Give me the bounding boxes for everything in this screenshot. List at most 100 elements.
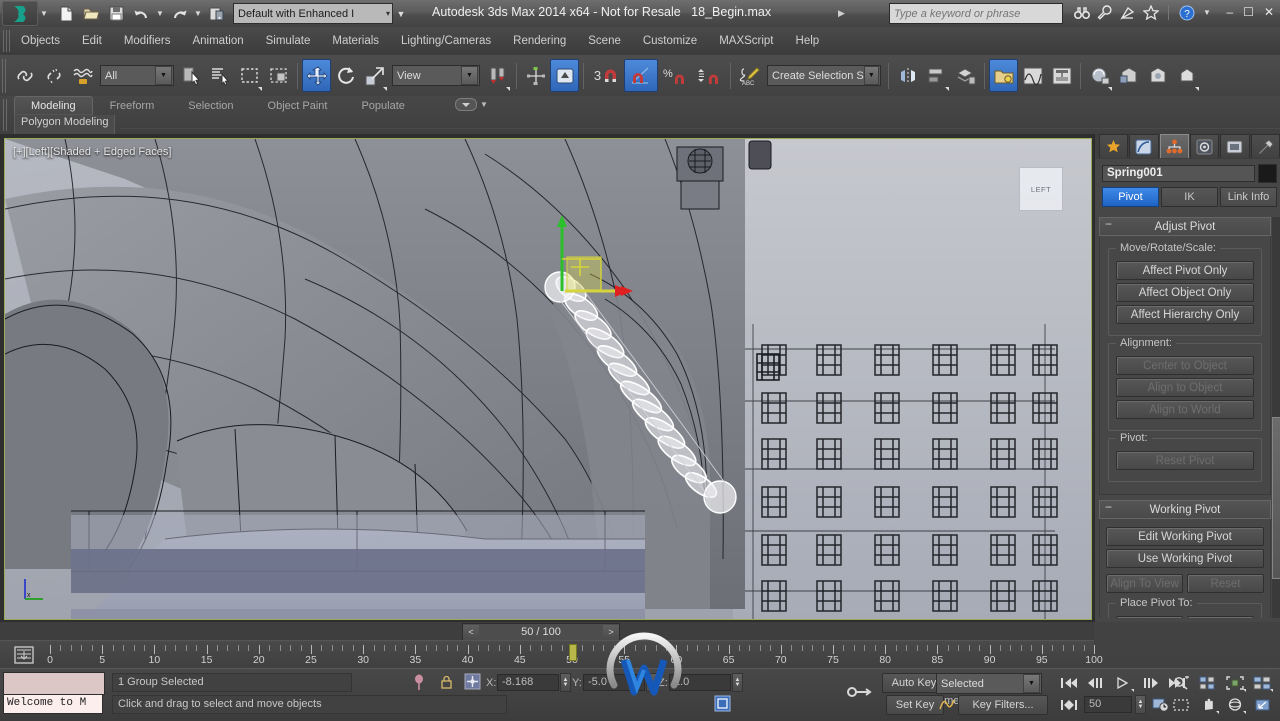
absolute-relative-transform-icon[interactable] bbox=[463, 672, 481, 690]
rollout-scroll-area[interactable]: − Adjust Pivot Move/Rotate/Scale: Affect… bbox=[1099, 217, 1271, 618]
zoom-extents-icon[interactable] bbox=[1222, 672, 1248, 693]
select-and-scale-icon[interactable] bbox=[360, 59, 389, 92]
menu-item-help[interactable]: Help bbox=[785, 31, 831, 51]
select-by-name-icon[interactable] bbox=[206, 59, 235, 92]
wrench-icon[interactable] bbox=[1096, 4, 1113, 21]
menu-item-animation[interactable]: Animation bbox=[181, 31, 254, 51]
workspace-selector[interactable]: Default with Enhanced I ▾ bbox=[233, 3, 394, 24]
minimize-button[interactable]: – bbox=[1226, 5, 1233, 19]
spinner-snap-toggle-icon[interactable] bbox=[692, 59, 726, 92]
object-name-field[interactable]: Spring001 bbox=[1102, 165, 1255, 182]
keyboard-shortcut-override-icon[interactable] bbox=[550, 59, 579, 92]
render-setup-icon[interactable] bbox=[1114, 59, 1143, 92]
rectangular-selection-region-icon[interactable] bbox=[235, 59, 264, 92]
pan-flyout-arrow[interactable] bbox=[1216, 711, 1219, 714]
menu-item-maxscript[interactable]: MAXScript bbox=[708, 31, 784, 51]
go-to-start-icon[interactable] bbox=[1056, 672, 1082, 693]
modify-tab[interactable] bbox=[1129, 134, 1159, 158]
menu-item-scene[interactable]: Scene bbox=[577, 31, 632, 51]
track-bar-ruler[interactable]: 0510152025303540455055606570758085909510… bbox=[44, 641, 1103, 669]
satellite-icon[interactable] bbox=[1119, 4, 1136, 21]
render-production-icon[interactable] bbox=[1172, 59, 1201, 92]
undo-icon[interactable] bbox=[129, 2, 153, 25]
select-object-icon[interactable] bbox=[177, 59, 206, 92]
zoom-icon[interactable] bbox=[1168, 672, 1194, 693]
scale-flyout-arrow[interactable] bbox=[383, 87, 387, 91]
search-input[interactable] bbox=[890, 4, 1060, 23]
scene-explorer-icon[interactable] bbox=[989, 59, 1018, 92]
key-mode-toggle-icon[interactable] bbox=[1056, 694, 1082, 715]
key-filters-button[interactable]: Key Filters... bbox=[958, 695, 1048, 715]
motion-tab[interactable] bbox=[1189, 134, 1220, 158]
use-pivot-point-center-icon[interactable] bbox=[483, 59, 512, 92]
affect-hierarchy-only-button[interactable]: Affect Hierarchy Only bbox=[1116, 305, 1254, 324]
set-key-button[interactable]: Set Key bbox=[886, 695, 944, 715]
tab-modeling[interactable]: Modeling bbox=[14, 96, 93, 115]
subtab-ik[interactable]: IK bbox=[1161, 187, 1218, 207]
object-color-swatch[interactable] bbox=[1258, 164, 1277, 183]
named-selection-set-arrow[interactable]: ▼ bbox=[863, 66, 879, 85]
play-animation-icon[interactable] bbox=[1110, 672, 1136, 693]
command-panel-scroll-thumb[interactable] bbox=[1272, 417, 1280, 579]
key-mode-combo[interactable]: Selected ▼ bbox=[936, 673, 1042, 694]
redo-icon[interactable] bbox=[167, 2, 191, 25]
rendered-frame-window-icon[interactable] bbox=[1143, 59, 1172, 92]
select-and-move-icon[interactable] bbox=[302, 59, 331, 92]
menu-item-rendering[interactable]: Rendering bbox=[502, 31, 577, 51]
menu-item-materials[interactable]: Materials bbox=[321, 31, 390, 51]
select-and-rotate-icon[interactable] bbox=[331, 59, 360, 92]
coord-x-field[interactable]: -8.168 bbox=[497, 674, 559, 691]
affect-pivot-only-button[interactable]: Affect Pivot Only bbox=[1116, 261, 1254, 280]
angle-snap-toggle-icon[interactable] bbox=[624, 59, 658, 92]
selection-filter-combo[interactable]: All ▼ bbox=[100, 65, 174, 86]
maximize-button[interactable]: ☐ bbox=[1243, 5, 1254, 19]
menu-bar-grip[interactable] bbox=[3, 30, 10, 52]
unlink-selection-icon[interactable] bbox=[39, 59, 68, 92]
hierarchy-tab[interactable] bbox=[1159, 134, 1189, 158]
open-file-icon[interactable] bbox=[79, 2, 103, 25]
menu-item-modifiers[interactable]: Modifiers bbox=[113, 31, 182, 51]
pin-stack-icon[interactable] bbox=[410, 673, 428, 691]
bind-to-space-warp-icon[interactable] bbox=[68, 59, 97, 92]
zoom-region-icon[interactable] bbox=[1168, 694, 1194, 715]
next-frame-icon[interactable] bbox=[1137, 672, 1163, 693]
align-icon[interactable] bbox=[922, 59, 951, 92]
menu-item-customize[interactable]: Customize bbox=[632, 31, 708, 51]
named-selection-set-combo[interactable]: Create Selection Se ▼ bbox=[767, 65, 881, 86]
search-binoculars-icon[interactable] bbox=[1073, 4, 1090, 21]
current-time-marker[interactable] bbox=[569, 644, 577, 661]
snaps-toggle-icon[interactable]: 3 bbox=[588, 59, 624, 92]
application-menu-button[interactable] bbox=[2, 1, 38, 26]
command-panel-scrollbar[interactable] bbox=[1272, 217, 1280, 618]
workspace-dropdown-arrow[interactable]: ▼ bbox=[393, 9, 409, 19]
undo-dropdown-arrow[interactable]: ▼ bbox=[154, 9, 166, 18]
edit-named-selection-sets-icon[interactable]: ABC bbox=[735, 59, 764, 92]
zoom-extents-all-icon[interactable] bbox=[1249, 672, 1275, 693]
coord-x-spinner[interactable]: ▲ ▼ bbox=[560, 673, 571, 692]
menu-item-simulate[interactable]: Simulate bbox=[255, 31, 322, 51]
ribbon-panel-polygon-modeling[interactable]: Polygon Modeling bbox=[14, 115, 116, 135]
project-folder-icon[interactable] bbox=[205, 2, 229, 25]
maxscript-mini-listener-top[interactable] bbox=[3, 672, 105, 695]
render-flyout-arrow[interactable] bbox=[1195, 87, 1199, 91]
track-bar[interactable]: 0510152025303540455055606570758085909510… bbox=[0, 640, 1103, 669]
redo-dropdown-arrow[interactable]: ▼ bbox=[192, 9, 204, 18]
ribbon-grip[interactable] bbox=[3, 99, 9, 131]
ref-coord-system-combo[interactable]: View ▼ bbox=[392, 65, 480, 86]
selection-region-flyout-arrow[interactable] bbox=[258, 87, 262, 91]
maxscript-mini-listener[interactable]: Welcome to M bbox=[3, 694, 103, 714]
ribbon-minimize-icon[interactable] bbox=[455, 98, 477, 111]
rollout-header-working-pivot[interactable]: − Working Pivot bbox=[1099, 500, 1271, 519]
ref-coord-system-arrow[interactable]: ▼ bbox=[461, 66, 478, 85]
zoom-extents-all-flyout-arrow[interactable] bbox=[1270, 689, 1273, 692]
maximize-viewport-toggle-icon[interactable] bbox=[1249, 694, 1275, 715]
affect-object-only-button[interactable]: Affect Object Only bbox=[1116, 283, 1254, 302]
pivot-center-flyout-arrow[interactable] bbox=[506, 87, 510, 91]
previous-frame-icon[interactable] bbox=[1083, 672, 1109, 693]
transform-type-in-icon[interactable] bbox=[713, 694, 731, 712]
new-file-icon[interactable] bbox=[54, 2, 78, 25]
material-editor-flyout-arrow[interactable] bbox=[1108, 87, 1112, 91]
material-editor-icon[interactable] bbox=[1085, 59, 1114, 92]
zoom-all-icon[interactable] bbox=[1195, 672, 1221, 693]
ribbon-minimize-arrow[interactable]: ▼ bbox=[480, 100, 488, 109]
